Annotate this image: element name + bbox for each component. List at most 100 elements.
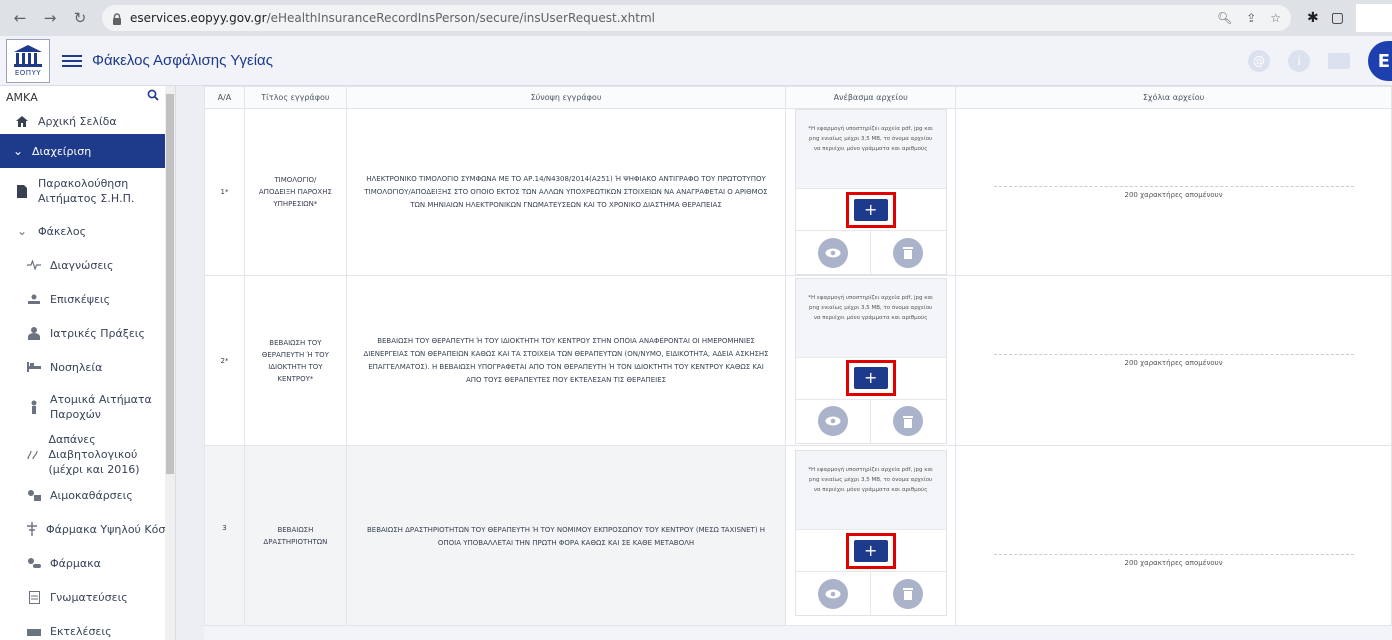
add-file-button[interactable]: + bbox=[853, 367, 888, 389]
menu-icon[interactable] bbox=[62, 54, 82, 67]
person-icon bbox=[26, 399, 42, 415]
sidebar-item-label: Αιμοκαθάρσεις bbox=[50, 488, 133, 502]
pulse-icon bbox=[26, 257, 42, 273]
comment-counter: 200 χαρακτήρες απομένουν bbox=[993, 185, 1354, 199]
document-icon bbox=[14, 183, 30, 199]
sidebar-item-label: Ιατρικές Πράξεις bbox=[50, 326, 145, 340]
eye-icon bbox=[825, 416, 841, 426]
trash-icon bbox=[903, 588, 914, 600]
sidebar-item-management[interactable]: ⌄ Διαχείριση bbox=[0, 134, 175, 168]
sidebar-scrollbar[interactable] bbox=[165, 86, 175, 640]
sidebar: ΑΜΚΑ Αρχική Σελίδα ⌄ Διαχείριση Παρακολο… bbox=[0, 86, 176, 640]
row-number: 2* bbox=[204, 275, 245, 446]
upload-actions bbox=[795, 398, 946, 443]
sidebar-item-diabetes-expenses[interactable]: Δαπάνες Διαβητολογικού (μέχρι και 2016) bbox=[0, 430, 175, 478]
star-icon[interactable]: ☆ bbox=[1270, 11, 1281, 25]
sidebar-item-medical-acts[interactable]: Ιατρικές Πράξεις bbox=[0, 316, 175, 350]
bed-icon bbox=[26, 359, 42, 375]
document-synopsis: ΒΕΒΑΙΩΣΗ ΤΟΥ ΘΕΡΑΠΕΥΤΗ Ή ΤΟΥ ΙΔΙΟΚΤΗΤΗ Τ… bbox=[345, 275, 787, 446]
url-host: eservices.eopyy.gov.gr bbox=[130, 11, 267, 25]
sidepanel-icon[interactable]: ▢ bbox=[1331, 10, 1344, 26]
columns-icon bbox=[14, 45, 42, 67]
row-number: 3 bbox=[204, 445, 245, 626]
eye-icon bbox=[825, 589, 841, 598]
sidebar-item-referrals[interactable]: Γνωματεύσεις bbox=[0, 580, 175, 614]
amka-search[interactable]: ΑΜΚΑ bbox=[0, 86, 175, 108]
view-file-button[interactable] bbox=[817, 578, 848, 609]
col-header-upload: Ανέβασμα αρχείου bbox=[785, 86, 957, 109]
trash-icon bbox=[903, 415, 914, 428]
documents-table: Α/Α Τίτλος εγγράφου Σύνοψη εγγράφου Ανέβ… bbox=[204, 86, 1392, 626]
add-file-button[interactable]: + bbox=[853, 539, 888, 562]
title-line: ΚΕΝΤΡΟΥ* bbox=[277, 374, 314, 383]
dialysis-icon bbox=[26, 487, 42, 503]
info-icon[interactable]: i bbox=[1288, 50, 1310, 72]
comment-cell[interactable]: 200 χαρακτήρες απομένουν bbox=[955, 445, 1392, 626]
search-icon[interactable] bbox=[147, 89, 159, 104]
extensions-icon[interactable]: ✱ bbox=[1307, 10, 1319, 26]
home-icon bbox=[14, 113, 30, 129]
comment-cell[interactable]: 200 χαρακτήρες απομένουν bbox=[955, 275, 1392, 446]
sidebar-item-hospitalization[interactable]: Νοσηλεία bbox=[0, 350, 175, 384]
document-title: ΤΙΜΟΛΟΓΙΟ/ ΑΠΟΔΕΙΞΗ ΠΑΡΟΧΗΣ ΥΠΗΡΕΣΙΩΝ* bbox=[243, 108, 347, 276]
sidebar-item-visits[interactable]: Επισκέψεις bbox=[0, 282, 175, 316]
sidebar-item-home[interactable]: Αρχική Σελίδα bbox=[0, 108, 175, 134]
table-header-row: Α/Α Τίτλος εγγράφου Σύνοψη εγγράφου Ανέβ… bbox=[204, 86, 1392, 109]
pills-icon bbox=[26, 555, 42, 571]
title-line: ΒΕΒΑΙΩΣΗ ΤΟΥ bbox=[269, 338, 322, 347]
address-bar[interactable]: eservices.eopyy.gov.gr/eHealthInsuranceR… bbox=[102, 5, 1292, 31]
logo-text: ΕΟΠΥΥ bbox=[14, 69, 42, 77]
share-icon[interactable]: ⇪ bbox=[1246, 11, 1256, 25]
user-avatar[interactable]: Ε bbox=[1368, 41, 1392, 81]
highlight-box: + bbox=[845, 360, 896, 396]
app-header: ΕΟΠΥΥ Φάκελος Ασφάλισης Υγείας @ i Ε bbox=[0, 36, 1392, 86]
profile-area[interactable] bbox=[1356, 4, 1392, 32]
trash-icon bbox=[903, 247, 914, 259]
comment-cell[interactable]: 200 χαρακτήρες απομένουν bbox=[955, 108, 1392, 276]
sidebar-item-drugs[interactable]: Φάρμακα bbox=[0, 546, 175, 580]
sidebar-item-label: Εκτελέσεις bbox=[50, 624, 112, 638]
reload-icon[interactable]: ↻ bbox=[68, 6, 92, 30]
sidebar-item-dialysis[interactable]: Αιμοκαθάρσεις bbox=[0, 478, 175, 512]
view-file-button[interactable] bbox=[817, 406, 848, 436]
sidebar-item-label: Φάκελος bbox=[38, 224, 87, 238]
col-header-aa: Α/Α bbox=[204, 86, 245, 109]
sidebar-item-label: Διαχείριση bbox=[32, 144, 92, 158]
sidebar-item-diagnoses[interactable]: Διαγνώσεις bbox=[0, 248, 175, 282]
mail-icon[interactable] bbox=[1328, 53, 1350, 69]
url-text: eservices.eopyy.gov.gr/eHealthInsuranceR… bbox=[130, 11, 655, 25]
sidebar-item-label: Διαγνώσεις bbox=[50, 258, 114, 272]
at-icon[interactable]: @ bbox=[1248, 50, 1270, 72]
delete-file-button[interactable] bbox=[893, 237, 924, 268]
zoom-icon[interactable]: 🔍︎ bbox=[1217, 11, 1232, 25]
sidebar-item-label: Φάρμακα bbox=[50, 556, 101, 570]
table-row: 3 ΒΕΒΑΙΩΣΗ ΔΡΑΣΤΗΡΙΟΤΗΤΩΝ ΒΕΒΑΙΩΣΗ ΔΡΑΣΤ… bbox=[204, 445, 1392, 626]
eopyy-logo[interactable]: ΕΟΠΥΥ bbox=[6, 38, 50, 83]
sidebar-item-label: Επισκέψεις bbox=[50, 292, 111, 306]
upload-cell: *Η εφαρμογή υποστηρίζει αρχεία pdf, jpg … bbox=[785, 445, 957, 626]
sidebar-item-folder[interactable]: ⌄ Φάκελος bbox=[0, 214, 175, 248]
sidebar-item-tracking[interactable]: Παρακολούθηση Αιτήματος Σ.Η.Π. bbox=[0, 168, 175, 214]
upload-plus-area: + bbox=[795, 356, 946, 399]
sidebar-item-executions[interactable]: Εκτελέσεις bbox=[0, 614, 175, 640]
sidebar-item-label: Νοσηλεία bbox=[50, 360, 103, 374]
forward-icon[interactable]: → bbox=[38, 6, 62, 30]
title-line: ΤΙΜΟΛΟΓΙΟ/ bbox=[274, 176, 317, 184]
lock-icon bbox=[112, 13, 122, 25]
delete-file-button[interactable] bbox=[893, 578, 924, 609]
eye-icon bbox=[825, 248, 841, 257]
row-number: 1* bbox=[204, 108, 245, 276]
sidebar-item-individual-requests[interactable]: Ατομικά Αιτήματα Παροχών bbox=[0, 384, 175, 430]
back-icon[interactable]: ← bbox=[8, 6, 32, 30]
url-path: /eHealthInsuranceRecordInsPerson/secure/… bbox=[266, 11, 655, 25]
sidebar-item-high-cost-drugs[interactable]: Φάρμακα Υψηλού Κόστους bbox=[0, 512, 175, 546]
view-file-button[interactable] bbox=[817, 237, 848, 268]
glucose-icon bbox=[26, 446, 41, 462]
delete-file-button[interactable] bbox=[893, 406, 924, 436]
app-title: Φάκελος Ασφάλισης Υγείας bbox=[92, 52, 273, 69]
title-line: ΑΠΟΔΕΙΞΗ ΠΑΡΟΧΗΣ bbox=[258, 188, 332, 196]
add-file-button[interactable]: + bbox=[853, 198, 888, 221]
sidebar-item-label: Δαπάνες Διαβητολογικού bbox=[48, 432, 138, 461]
scrollbar-thumb[interactable] bbox=[166, 94, 174, 474]
content-gutter bbox=[176, 86, 204, 640]
